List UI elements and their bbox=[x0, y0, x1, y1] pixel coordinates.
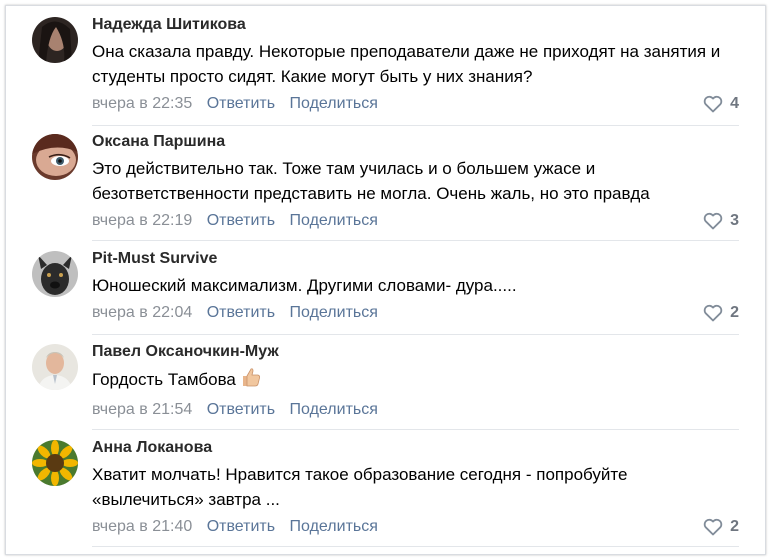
comment-meta: вчера в 22:04 Ответить Поделиться 2 bbox=[92, 303, 739, 323]
like-button[interactable]: 2 bbox=[703, 517, 739, 537]
divider bbox=[92, 240, 739, 241]
comment-author[interactable]: Оксана Паршина bbox=[92, 126, 739, 152]
comments-panel: Надежда Шитикова Она сказала правду. Нек… bbox=[5, 5, 766, 555]
like-button[interactable]: 2 bbox=[703, 303, 739, 323]
reply-button[interactable]: Ответить bbox=[207, 304, 275, 321]
avatar[interactable] bbox=[32, 344, 78, 390]
avatar-image bbox=[32, 440, 78, 486]
avatar-image bbox=[32, 134, 78, 180]
avatar[interactable] bbox=[32, 251, 78, 297]
comment-time[interactable]: вчера в 22:04 bbox=[92, 304, 192, 321]
comment-text: Она сказала правду. Некоторые преподават… bbox=[92, 42, 721, 86]
comment-text: Это действительно так. Тоже там училась … bbox=[92, 159, 650, 203]
comment-meta: вчера в 22:19 Ответить Поделиться 3 bbox=[92, 211, 739, 231]
avatar[interactable] bbox=[32, 440, 78, 486]
heart-icon bbox=[703, 95, 723, 113]
comment-time[interactable]: вчера в 22:19 bbox=[92, 212, 192, 229]
comment-text-wrap: Гордость Тамбова bbox=[92, 366, 739, 395]
like-button[interactable]: 3 bbox=[703, 211, 739, 231]
share-button[interactable]: Поделиться bbox=[290, 518, 378, 535]
like-count: 2 bbox=[730, 304, 739, 321]
comment-meta: вчера в 21:54 Ответить Поделиться bbox=[92, 400, 739, 420]
avatar-image bbox=[32, 17, 78, 63]
comment-time[interactable]: вчера в 21:54 bbox=[92, 401, 192, 418]
comment-author[interactable]: Pit-Must Survive bbox=[92, 243, 739, 269]
share-button[interactable]: Поделиться bbox=[290, 401, 378, 418]
comment-time[interactable]: вчера в 21:40 bbox=[92, 518, 192, 535]
divider bbox=[92, 429, 739, 430]
divider bbox=[92, 334, 739, 335]
comment-text: Юношеский максимализм. Другими словами- … bbox=[92, 276, 517, 295]
like-count: 4 bbox=[730, 95, 739, 112]
heart-icon bbox=[703, 304, 723, 322]
share-button[interactable]: Поделиться bbox=[290, 304, 378, 321]
heart-icon bbox=[703, 212, 723, 230]
avatar[interactable] bbox=[32, 134, 78, 180]
comment-text: Хватит молчать! Нравится такое образован… bbox=[92, 465, 628, 509]
heart-icon bbox=[703, 518, 723, 536]
like-count: 2 bbox=[730, 518, 739, 535]
comment-time[interactable]: вчера в 22:35 bbox=[92, 95, 192, 112]
comment-meta: вчера в 22:35 Ответить Поделиться 4 bbox=[92, 94, 739, 114]
reply-button[interactable]: Ответить bbox=[207, 212, 275, 229]
reply-button[interactable]: Ответить bbox=[207, 518, 275, 535]
share-button[interactable]: Поделиться bbox=[290, 212, 378, 229]
divider bbox=[92, 546, 739, 547]
comment-text: Гордость Тамбова bbox=[92, 370, 236, 389]
comment-meta: вчера в 21:40 Ответить Поделиться 2 bbox=[92, 517, 739, 537]
comment-author[interactable]: Анна Локанова bbox=[92, 432, 739, 458]
reply-button[interactable]: Ответить bbox=[207, 401, 275, 418]
thumbs-up-icon bbox=[240, 366, 262, 395]
comment-author[interactable]: Павел Оксаночкин-Муж bbox=[92, 336, 739, 362]
comment-author[interactable]: Надежда Шитикова bbox=[92, 9, 739, 35]
share-button[interactable]: Поделиться bbox=[290, 95, 378, 112]
avatar[interactable] bbox=[32, 17, 78, 63]
like-button[interactable]: 4 bbox=[703, 94, 739, 114]
avatar-image bbox=[32, 344, 78, 390]
like-count: 3 bbox=[730, 212, 739, 229]
avatar-image bbox=[32, 251, 78, 297]
reply-button[interactable]: Ответить bbox=[207, 95, 275, 112]
